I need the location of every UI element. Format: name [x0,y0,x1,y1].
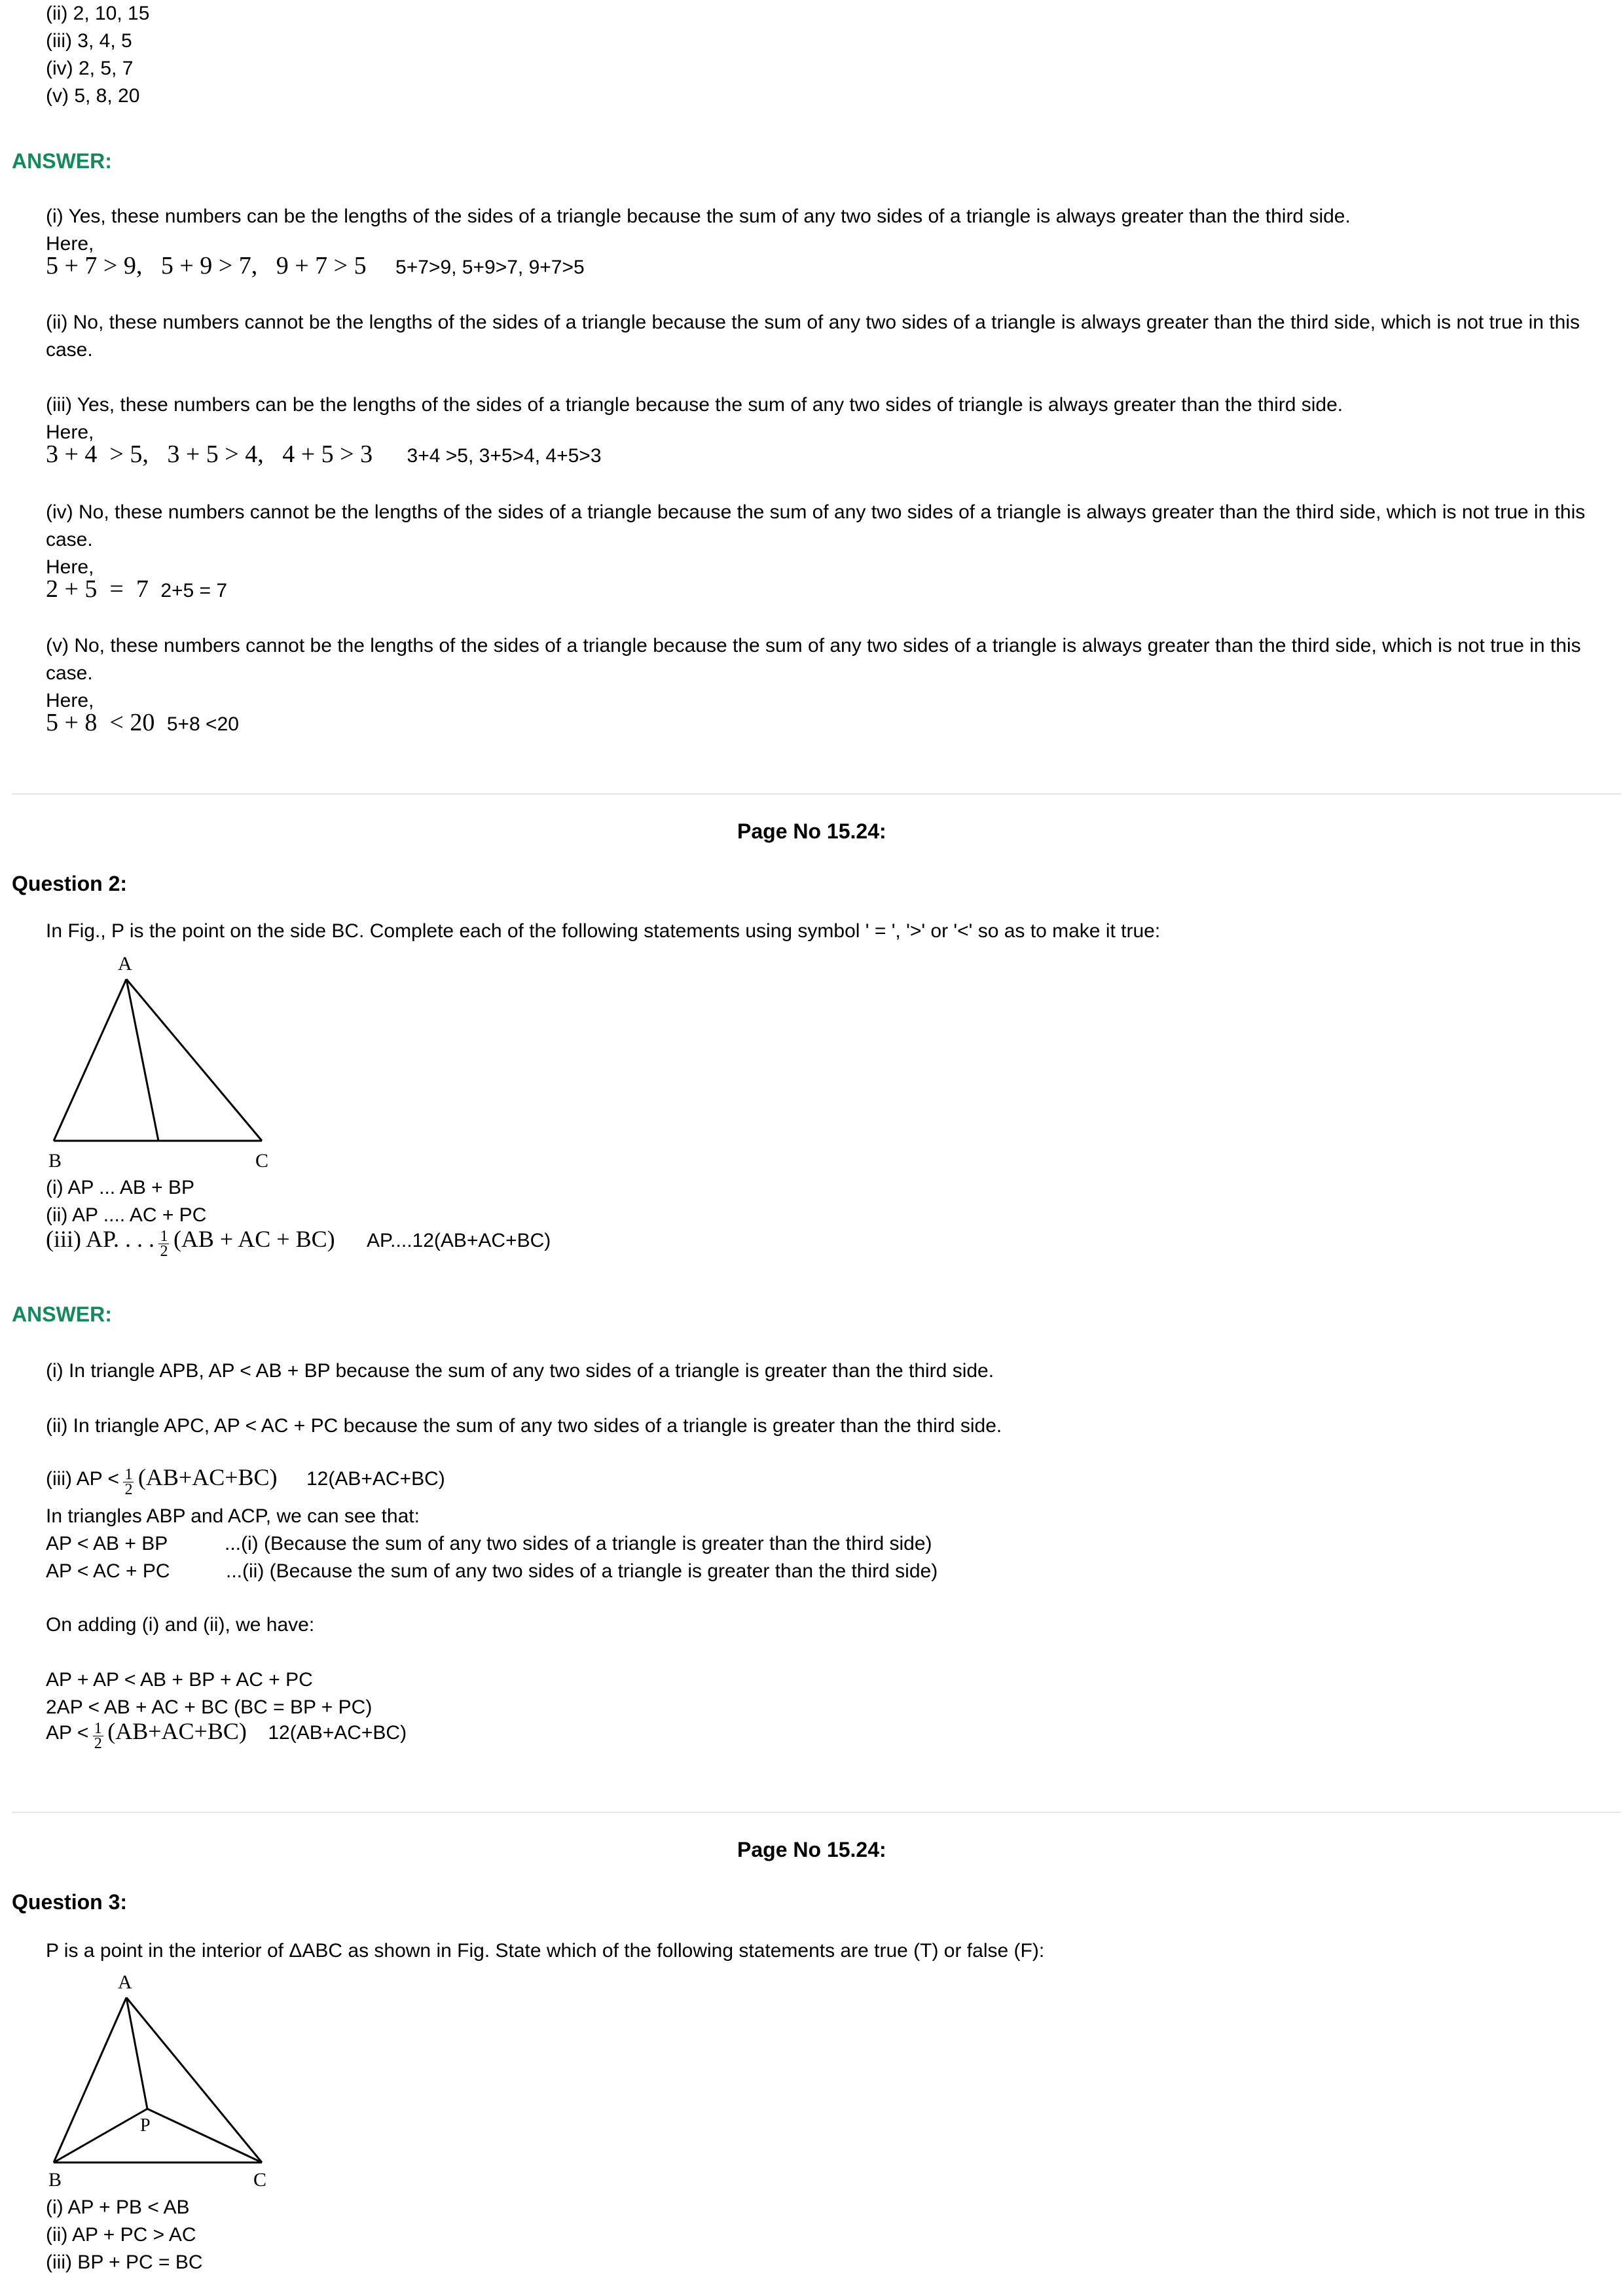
question3-figure: A P B C [48,1971,266,2191]
segment-bp [53,2108,148,2164]
answer2-final-alt: 12(AB+AC+BC) [268,1722,407,1744]
answer2-iii: (iii) AP < 1 2 (AB+AC+BC) 12(AB+AC+BC) [46,1463,445,1499]
question2-figure: A B C [48,953,268,1172]
answer1-i-alt: 5+7>9, 5+9>7, 9+7>5 [395,257,585,278]
answer1-i-math: 5 + 7 > 9, 5 + 9 > 7, 9 + 7 > 5 [46,252,367,279]
question3-heading: Question 3: [12,1890,128,1914]
answer2-iii-prefix: (iii) AP < [46,1468,119,1490]
segment-cp [147,2108,263,2164]
answer2-final-suffix: (AB+AC+BC) [107,1718,247,1744]
answer2-ii: (ii) In triangle APC, AP < AC + PC becau… [46,1415,1002,1437]
answer2-triangles-line: In triangles ABP and ACP, we can see tha… [46,1505,420,1527]
fraction-half: 1 2 [158,1228,170,1261]
section-divider [12,793,1621,795]
answer2-iii-alt: 12(AB+AC+BC) [306,1468,445,1490]
answer1-iv-math: 2 + 5 = 7 [46,575,149,603]
side-ab [52,1997,128,2163]
question2-heading: Question 2: [12,872,128,895]
answer1-iii-alt: 3+4 >5, 3+5>4, 4+5>3 [407,445,602,467]
answer2-i: (i) In triangle APB, AP < AB + BP becaus… [46,1360,994,1382]
side-ac [125,1997,263,2163]
answer1-iv-math-row: 2 + 5 = 7 2+5 = 7 [46,575,227,605]
fraction-denominator: 2 [94,1735,102,1753]
option-iv: (iv) 2, 5, 7 [46,58,134,79]
fraction-numerator: 1 [123,1466,134,1484]
option-iii: (iii) 3, 4, 5 [46,30,132,52]
answer2-eq2-left: AP < AC + PC [46,1560,170,1582]
vertex-label-a: A [118,953,132,975]
question2-item-iii: (iii) AP. . . . 1 2 (AB + AC + BC) AP...… [46,1225,551,1259]
question3-prompt: P is a point in the interior of ΔABC as … [46,1940,1045,1962]
question2-prompt: In Fig., P is the point on the side BC. … [46,920,1161,942]
answer2-iii-suffix: (AB+AC+BC) [137,1464,278,1490]
question2-item-i: (i) AP ... AB + BP [46,1177,195,1198]
answer2-eq2-right: ...(ii) (Because the sum of any two side… [226,1560,938,1582]
answer1-i-math-row: 5 + 7 > 9, 5 + 9 > 7, 9 + 7 > 5 5+7>9, 5… [46,251,585,281]
section-divider [12,1812,1621,1813]
answer1-iii-math: 3 + 4 > 5, 3 + 5 > 4, 4 + 5 > 3 [46,440,373,468]
segment-ap [125,1997,149,2109]
option-v: (v) 5, 8, 20 [46,85,140,107]
answer-heading: ANSWER: [12,149,112,173]
answer2-sum1: AP + AP < AB + BP + AC + PC [46,1669,313,1691]
answer1-ii-text: (ii) No, these numbers cannot be the len… [46,312,1580,361]
answer2-eq1-right: ...(i) (Because the sum of any two sides… [225,1533,932,1554]
fraction-denominator: 2 [124,1481,133,1499]
vertex-label-b: B [48,2169,62,2191]
answer1-v-alt: 5+8 <20 [166,713,239,735]
fraction-numerator: 1 [92,1720,103,1738]
answer1-iv-alt: 2+5 = 7 [160,580,228,601]
page-number-heading: Page No 15.24: [737,819,886,843]
fraction-denominator: 2 [160,1243,168,1261]
answer1-iii-math-row: 3 + 4 > 5, 3 + 5 > 4, 4 + 5 > 3 3+4 >5, … [46,440,602,470]
vertex-label-b: B [48,1150,62,1172]
question3-item-ii: (ii) AP + PC > AC [46,2224,196,2246]
answer2-eq1-left: AP < AB + BP [46,1533,168,1554]
vertex-label-c: C [253,2169,266,2191]
question2-iii-alt: AP....12(AB+AC+BC) [367,1230,551,1251]
answer1-i-text: (i) Yes, these numbers can be the length… [46,206,1351,227]
answer2-final-prefix: AP < [46,1722,89,1744]
question3-item-iii: (iii) BP + PC = BC [46,2251,203,2273]
point-label-p: P [140,2115,151,2136]
side-ab [52,978,128,1141]
fraction-numerator: 1 [158,1228,170,1246]
segment-ap [125,978,160,1141]
answer2-adding: On adding (i) and (ii), we have: [46,1614,315,1636]
answer1-v-math-row: 5 + 8 < 20 5+8 <20 [46,708,239,738]
page-number-heading: Page No 15.24: [737,1838,886,1861]
answer2-heading: ANSWER: [12,1302,112,1326]
vertex-label-a: A [118,1971,132,1993]
question3-item-i: (i) AP + PB < AB [46,2197,190,2218]
question2-iii-prefix: (iii) AP. . . . [46,1226,155,1252]
side-ac [125,978,263,1141]
answer1-v-math: 5 + 8 < 20 [46,709,155,736]
option-ii: (ii) 2, 10, 15 [46,3,150,24]
answer1-v-text: (v) No, these numbers cannot be the leng… [46,635,1581,684]
answer2-final: AP < 1 2 (AB+AC+BC) 12(AB+AC+BC) [46,1717,407,1751]
fraction-half: 1 2 [92,1720,103,1753]
vertex-label-c: C [255,1150,268,1172]
question2-iii-suffix: (AB + AC + BC) [173,1226,335,1252]
fraction-half: 1 2 [123,1466,134,1499]
answer1-iii-text: (iii) Yes, these numbers can be the leng… [46,394,1343,416]
answer1-iv-text: (iv) No, these numbers cannot be the len… [46,501,1586,550]
